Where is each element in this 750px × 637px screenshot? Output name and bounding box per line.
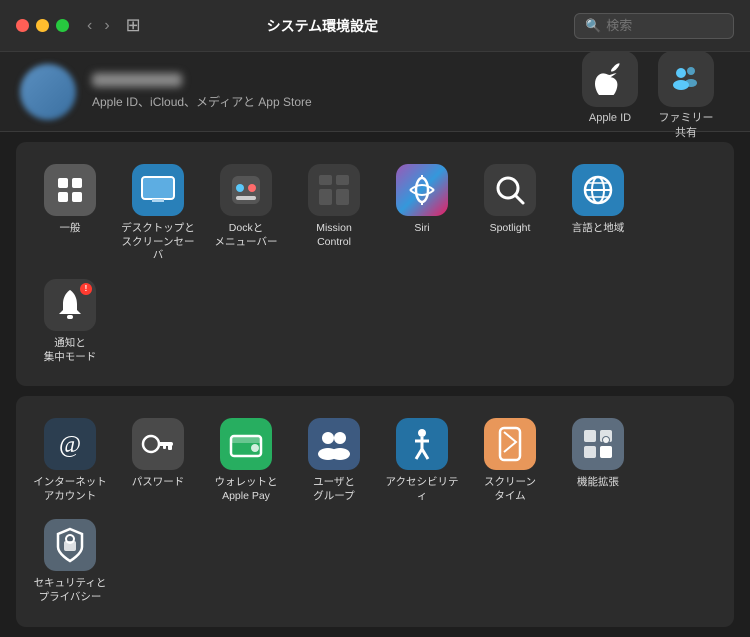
extensions-label: 機能拡張 [577, 476, 619, 490]
spotlight-label: Spotlight [490, 222, 531, 236]
apple-id-icon [582, 51, 638, 107]
users-label: ユーザと グループ [313, 476, 355, 503]
family-sharing-item[interactable]: ファミリー 共有 [658, 51, 714, 140]
pref-users[interactable]: ユーザと グループ [290, 410, 378, 511]
pref-security[interactable]: セキュリティと プライバシー [26, 511, 114, 612]
screentime-label: スクリーン タイム [484, 476, 536, 503]
security-icon [44, 519, 96, 571]
pref-wallet[interactable]: ウォレットと Apple Pay [202, 410, 290, 511]
avatar [20, 64, 76, 120]
family-sharing-label: ファミリー 共有 [659, 111, 714, 140]
users-icon [308, 418, 360, 470]
password-icon [132, 418, 184, 470]
section-1: 一般 デスクトップと スクリーンセーバ Dockと メニューバー [16, 142, 734, 386]
pref-accessibility[interactable]: アクセシビリティ [378, 410, 466, 511]
accessibility-icon [396, 418, 448, 470]
pref-general[interactable]: 一般 [26, 156, 114, 271]
titlebar-title: システム環境設定 [151, 16, 494, 36]
section-2: @ インターネット アカウント パスワード ウォレットと Apple Pay [16, 396, 734, 627]
profile-info: Apple ID、iCloud、メディアと App Store [92, 73, 312, 110]
forward-button[interactable]: › [100, 15, 113, 37]
search-icon: 🔍 [585, 18, 601, 34]
dock-icon [220, 164, 272, 216]
grid-icon: ⊞ [126, 15, 141, 36]
internet-icon: @ [44, 418, 96, 470]
wallet-label: ウォレットと Apple Pay [215, 476, 278, 503]
mission-label: Mission Control [316, 222, 352, 249]
traffic-lights [16, 19, 69, 32]
maximize-button[interactable] [56, 19, 69, 32]
search-box[interactable]: 🔍 [574, 13, 734, 39]
security-label: セキュリティと プライバシー [34, 577, 107, 604]
pref-mission[interactable]: Mission Control [290, 156, 378, 271]
pref-internet[interactable]: @ インターネット アカウント [26, 410, 114, 511]
top-icons: Apple ID ファミリー 共有 [582, 43, 730, 140]
profile-name [92, 73, 182, 87]
pref-siri[interactable]: Siri [378, 156, 466, 271]
apple-id-item[interactable]: Apple ID [582, 51, 638, 140]
notification-label: 通知と 集中モード [44, 337, 97, 364]
siri-icon [396, 164, 448, 216]
spotlight-icon [484, 164, 536, 216]
language-icon [572, 164, 624, 216]
notification-icon: ! [44, 279, 96, 331]
section-2-grid: @ インターネット アカウント パスワード ウォレットと Apple Pay [26, 410, 724, 613]
section-1-grid: 一般 デスクトップと スクリーンセーバ Dockと メニューバー [26, 156, 724, 372]
desktop-label: デスクトップと スクリーンセーバ [118, 222, 198, 263]
accessibility-label: アクセシビリティ [382, 476, 462, 503]
family-sharing-icon [658, 51, 714, 107]
mission-icon [308, 164, 360, 216]
nav-buttons: ‹ › [83, 15, 114, 37]
general-icon [44, 164, 96, 216]
pref-language[interactable]: 言語と地域 [554, 156, 642, 271]
pref-desktop[interactable]: デスクトップと スクリーンセーバ [114, 156, 202, 271]
dock-label: Dockと メニューバー [215, 222, 278, 249]
close-button[interactable] [16, 19, 29, 32]
extensions-icon [572, 418, 624, 470]
internet-label: インターネット アカウント [33, 476, 107, 503]
general-label: 一般 [60, 222, 81, 236]
desktop-icon [132, 164, 184, 216]
pref-screentime[interactable]: スクリーン タイム [466, 410, 554, 511]
siri-label: Siri [414, 222, 429, 236]
pref-password[interactable]: パスワード [114, 410, 202, 511]
profile-subtitle: Apple ID、iCloud、メディアと App Store [92, 93, 312, 110]
minimize-button[interactable] [36, 19, 49, 32]
svg-text:@: @ [59, 432, 81, 458]
back-button[interactable]: ‹ [83, 15, 96, 37]
pref-extensions[interactable]: 機能拡張 [554, 410, 642, 511]
main-content: 一般 デスクトップと スクリーンセーバ Dockと メニューバー [0, 132, 750, 637]
wallet-icon [220, 418, 272, 470]
language-label: 言語と地域 [572, 222, 625, 236]
pref-notification[interactable]: ! 通知と 集中モード [26, 271, 114, 372]
pref-dock[interactable]: Dockと メニューバー [202, 156, 290, 271]
pref-spotlight[interactable]: Spotlight [466, 156, 554, 271]
search-input[interactable] [606, 18, 726, 33]
screentime-icon [484, 418, 536, 470]
password-label: パスワード [132, 476, 185, 490]
apple-id-label: Apple ID [589, 111, 631, 125]
